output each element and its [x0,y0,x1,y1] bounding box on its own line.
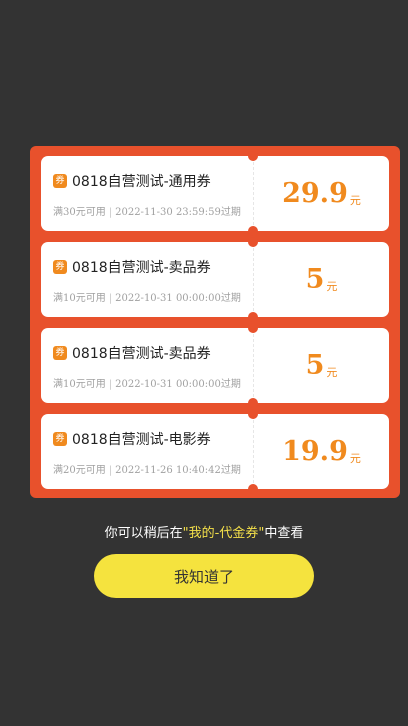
coupon-card[interactable]: 券 0818自营测试-卖品券 满10元可用 | 2022-10-31 00:00:0… [41,323,389,408]
coupon-info: 券 0818自营测试-通用券 满30元可用 | 2022-11-30 23:59:5… [41,156,253,231]
coupon-condition: 满30元可用 [53,207,106,218]
coupon-unit: 元 [349,451,361,465]
coupon-card[interactable]: 券 0818自营测试-通用券 满30元可用 | 2022-11-30 23:59:5… [41,151,389,236]
coupon-condition-line: 满20元可用 | 2022-11-26 10:40:42过期 [53,461,241,476]
coupon-card[interactable]: 券 0818自营测试-电影券 满20元可用 | 2022-11-26 10:40:4… [41,409,389,494]
coupon-amount-box: 5元 [254,328,389,403]
coupon-amount: 5 [305,350,325,381]
separator: | [108,207,113,218]
coupon-panel: 券 0818自营测试-通用券 满30元可用 | 2022-11-30 23:59:5… [30,146,400,498]
coupon-unit: 元 [349,193,361,207]
coupon-info: 券 0818自营测试-卖品券 满10元可用 | 2022-10-31 00:00:0… [41,242,253,317]
coupon-condition: 满10元可用 [53,379,106,390]
coupon-amount: 5 [305,264,325,295]
coupon-title: 0818自营测试-电影券 [72,432,211,448]
separator: | [108,465,113,476]
coupon-unit: 元 [326,365,338,379]
coupon-expiry: 2022-10-31 00:00:00过期 [115,379,241,390]
coupon-badge-icon: 券 [53,174,67,188]
coupon-amount: 29.9 [282,178,348,209]
coupon-expiry: 2022-10-31 00:00:00过期 [115,293,241,304]
separator: | [108,293,113,304]
coupon-info: 券 0818自营测试-卖品券 满10元可用 | 2022-10-31 00:00:0… [41,328,253,403]
coupon-condition: 满10元可用 [53,293,106,304]
coupon-condition-line: 满10元可用 | 2022-10-31 00:00:00过期 [53,289,241,304]
tip-highlight: "我的-代金券" [182,526,265,541]
coupon-expiry: 2022-11-30 23:59:59过期 [115,207,241,218]
coupon-amount-box: 29.9 元 [254,156,389,231]
coupon-title: 0818自营测试-通用券 [72,174,211,190]
coupon-badge-icon: 券 [53,260,67,274]
coupon-title: 0818自营测试-卖品券 [72,260,211,276]
coupon-amount-box: 5元 [254,242,389,317]
tip-prefix: 你可以稍后在 [104,526,183,541]
coupon-expiry: 2022-11-26 10:40:42过期 [115,465,241,476]
coupon-amount: 19.9 [282,436,348,467]
got-it-button[interactable]: 我知道了 [94,554,314,598]
tip-suffix: 中查看 [264,526,304,541]
coupon-title: 0818自营测试-卖品券 [72,346,211,362]
coupon-card[interactable]: 券 0818自营测试-卖品券 满10元可用 | 2022-10-31 00:00:0… [41,237,389,322]
coupon-unit: 元 [326,279,338,293]
coupon-badge-icon: 券 [53,346,67,360]
coupon-condition-line: 满30元可用 | 2022-11-30 23:59:59过期 [53,203,241,218]
tip-text: 你可以稍后在"我的-代金券"中查看 [0,522,408,541]
coupon-info: 券 0818自营测试-电影券 满20元可用 | 2022-11-26 10:40:4… [41,414,253,489]
coupon-condition-line: 满10元可用 | 2022-10-31 00:00:00过期 [53,375,241,390]
separator: | [108,379,113,390]
coupon-condition: 满20元可用 [53,465,106,476]
coupon-amount-box: 19.9 元 [254,414,389,489]
coupon-badge-icon: 券 [53,432,67,446]
